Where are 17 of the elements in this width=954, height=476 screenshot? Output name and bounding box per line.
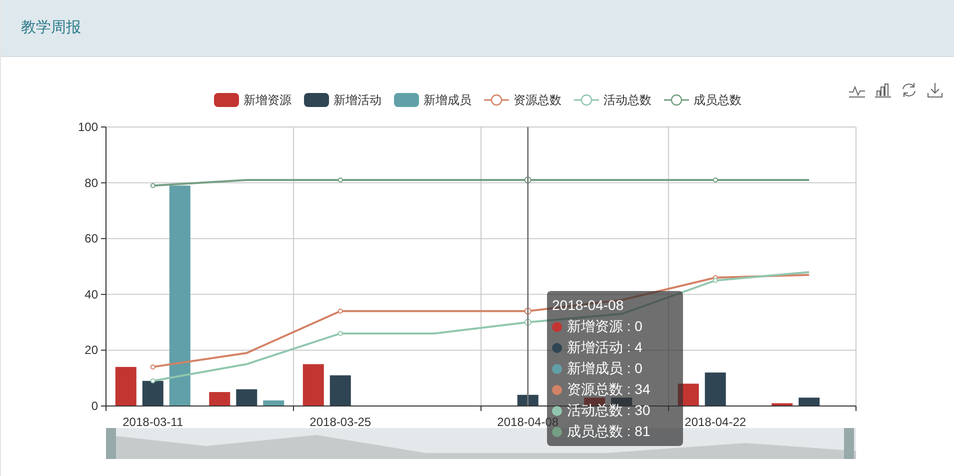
x-tick-label: 2018-03-11	[122, 415, 184, 429]
tooltip-row-text: 新增活动 : 4	[567, 338, 642, 357]
tooltip-row-text: 新增资源 : 0	[567, 317, 642, 336]
y-tick-label: 100	[78, 120, 98, 134]
y-tick-label: 0	[91, 399, 98, 413]
tooltip-row-text: 新增成员 : 0	[567, 359, 642, 378]
tooltip-row-text: 成员总数 : 81	[567, 422, 650, 441]
y-tick-label: 80	[84, 176, 98, 190]
tooltip-title: 2018-04-08	[552, 296, 625, 315]
y-tick-label: 60	[84, 232, 98, 246]
tooltip-row-text: 活动总数 : 30	[567, 401, 650, 420]
tooltip-row-text: 资源总数 : 34	[567, 380, 650, 399]
panel-title: 教学周报	[21, 18, 81, 38]
x-tick-label: 2018-03-25	[310, 415, 372, 429]
x-tick-label: 2018-04-22	[684, 415, 746, 429]
y-tick-label: 40	[84, 287, 98, 302]
y-tick-label: 20	[84, 343, 98, 358]
